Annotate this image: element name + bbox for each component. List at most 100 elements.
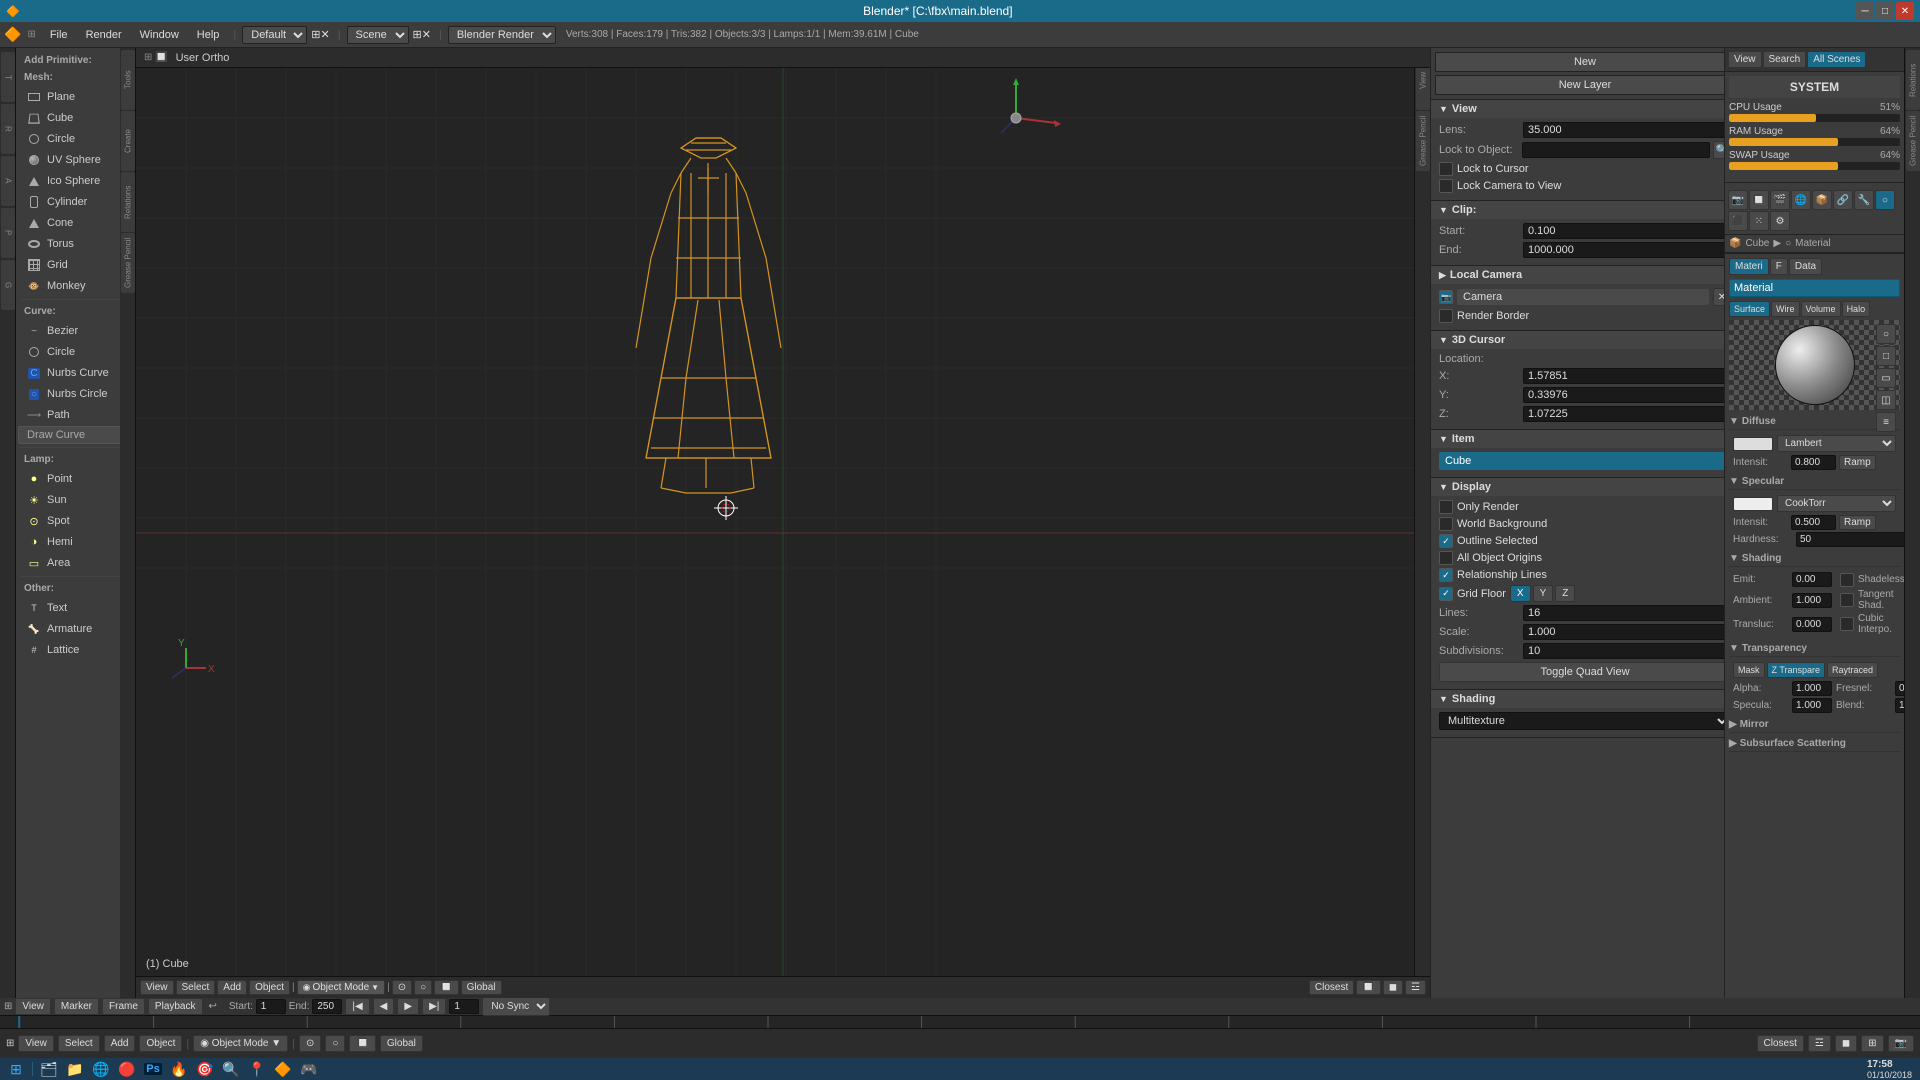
- halo-tab[interactable]: Halo: [1842, 301, 1871, 317]
- animation-tab[interactable]: A: [1, 156, 15, 206]
- footer-closest-btn[interactable]: Closest: [1757, 1035, 1804, 1052]
- taskbar-fire-icon[interactable]: 🔥: [167, 1059, 191, 1079]
- render-border-checkbox[interactable]: [1439, 309, 1453, 323]
- taskbar-blender-icon[interactable]: 🔶: [271, 1059, 295, 1079]
- timeline-body[interactable]: [0, 1016, 1920, 1028]
- only-render-checkbox[interactable]: [1439, 500, 1453, 514]
- draw-curve-button[interactable]: Draw Curve: [18, 426, 133, 444]
- hardness-field[interactable]: [1796, 532, 1904, 547]
- scene-select[interactable]: Scene: [347, 26, 409, 44]
- render-layer-btn[interactable]: 🔲: [1356, 980, 1380, 995]
- search-tab[interactable]: Search: [1763, 51, 1807, 68]
- vp-select-btn[interactable]: Select: [176, 980, 216, 995]
- tl-play-back-btn[interactable]: ◀: [373, 998, 395, 1015]
- lock-camera-checkbox[interactable]: [1439, 179, 1453, 193]
- create-side-tab[interactable]: Create: [121, 111, 135, 171]
- proportional-btn[interactable]: ○: [414, 980, 432, 995]
- tl-end-field[interactable]: [312, 999, 342, 1014]
- mesh-cube[interactable]: Cube: [18, 108, 133, 128]
- local-camera-header[interactable]: ▶ Local Camera: [1431, 266, 1739, 284]
- cursor-x-field[interactable]: [1523, 368, 1731, 384]
- vp-add-btn[interactable]: Add: [217, 980, 247, 995]
- volume-tab[interactable]: Volume: [1801, 301, 1841, 317]
- toggle-quad-view-btn[interactable]: Toggle Quad View: [1439, 662, 1731, 682]
- taskbar-mozilla-icon[interactable]: 🔴: [115, 1059, 139, 1079]
- preview-plane-btn[interactable]: ▭: [1876, 368, 1896, 388]
- tl-playback-btn[interactable]: Playback: [148, 998, 203, 1015]
- view-tab[interactable]: View: [1728, 51, 1762, 68]
- all-scenes-tab[interactable]: All Scenes: [1807, 51, 1866, 68]
- mat-icon-constraints[interactable]: 🔗: [1833, 190, 1853, 210]
- footer-icon-btn1[interactable]: ☲: [1808, 1035, 1831, 1052]
- new-button[interactable]: New: [1435, 52, 1735, 72]
- taskbar-folder-icon[interactable]: 📁: [63, 1059, 87, 1079]
- cubic-checkbox[interactable]: [1840, 617, 1854, 631]
- curve-circle[interactable]: Circle: [18, 342, 133, 362]
- curve-path[interactable]: ⟶ Path: [18, 405, 133, 425]
- mat-tab-materi[interactable]: Materi: [1729, 258, 1769, 275]
- other-lattice[interactable]: # Lattice: [18, 640, 133, 660]
- mask-btn[interactable]: Mask: [1733, 662, 1765, 678]
- tools-tab[interactable]: T: [1, 52, 15, 102]
- taskbar-explorer-icon[interactable]: 🗂: [37, 1059, 61, 1079]
- relations-side-tab[interactable]: Relations: [121, 172, 135, 232]
- cursor-z-field[interactable]: [1523, 406, 1731, 422]
- physics-tab[interactable]: P: [1, 208, 15, 258]
- clip-end-field[interactable]: [1523, 242, 1731, 258]
- lock-cursor-checkbox[interactable]: [1439, 162, 1453, 176]
- other-text[interactable]: T Text: [18, 598, 133, 618]
- tl-start-field[interactable]: [256, 999, 286, 1014]
- far-right-grease-tab[interactable]: Grease Pencil: [1906, 111, 1920, 171]
- curve-nurbs[interactable]: C Nurbs Curve: [18, 363, 133, 383]
- vp-icon-btn2[interactable]: ☲: [1405, 980, 1426, 995]
- lamp-point[interactable]: ● Point: [18, 469, 133, 489]
- maximize-button[interactable]: □: [1876, 2, 1894, 20]
- lines-field[interactable]: [1523, 605, 1731, 621]
- lens-field[interactable]: [1523, 122, 1731, 138]
- taskbar-start-btn[interactable]: ⊞: [4, 1059, 28, 1079]
- mat-icon-render[interactable]: 🔲: [1749, 190, 1769, 210]
- cursor-section-header[interactable]: ▼ 3D Cursor: [1431, 331, 1739, 349]
- specula-field[interactable]: [1792, 698, 1832, 713]
- tangent-checkbox[interactable]: [1840, 593, 1854, 607]
- relations-tab[interactable]: R: [1, 104, 15, 154]
- preview-skybox-btn[interactable]: ◫: [1876, 390, 1896, 410]
- scale-field[interactable]: [1523, 624, 1731, 640]
- mat-icon-scene[interactable]: 🎬: [1770, 190, 1790, 210]
- taskbar-chrome-icon[interactable]: 🌐: [89, 1059, 113, 1079]
- blend-field[interactable]: [1895, 698, 1904, 713]
- taskbar-search-icon[interactable]: 🔍: [219, 1059, 243, 1079]
- mode-select-btn[interactable]: ◉ Object Mode ▼: [297, 980, 385, 995]
- snap-btn[interactable]: 🔲: [434, 980, 458, 995]
- mat-icon-modifier[interactable]: 🔧: [1854, 190, 1874, 210]
- specular-intensity-field[interactable]: [1791, 515, 1836, 530]
- mesh-cone[interactable]: Cone: [18, 213, 133, 233]
- closest-btn[interactable]: Closest: [1309, 980, 1354, 995]
- mesh-plane[interactable]: Plane: [18, 87, 133, 107]
- mat-tab-f[interactable]: F: [1770, 258, 1788, 275]
- mesh-icosphere[interactable]: Ico Sphere: [18, 171, 133, 191]
- origins-checkbox[interactable]: [1439, 551, 1453, 565]
- minimize-button[interactable]: ─: [1856, 2, 1874, 20]
- preview-cube-btn[interactable]: □: [1876, 346, 1896, 366]
- lamp-hemi[interactable]: ◑ Hemi: [18, 532, 133, 552]
- specular-ramp-btn[interactable]: Ramp: [1839, 515, 1876, 530]
- mesh-uvsphere[interactable]: UV Sphere: [18, 150, 133, 170]
- footer-icon-btn4[interactable]: 📷: [1888, 1035, 1914, 1052]
- grid-y-btn[interactable]: Y: [1533, 585, 1554, 602]
- specular-shader-select[interactable]: CookTorr: [1777, 495, 1896, 512]
- z-transparency-btn[interactable]: Z Transpare: [1767, 662, 1826, 678]
- mat-icon-particles[interactable]: ⁙: [1749, 211, 1769, 231]
- lamp-spot[interactable]: ⊙ Spot: [18, 511, 133, 531]
- mat-icon-physics[interactable]: ⚙: [1770, 211, 1790, 231]
- footer-view-btn[interactable]: View: [18, 1035, 54, 1052]
- grid-floor-checkbox[interactable]: [1439, 587, 1453, 601]
- emit-field[interactable]: [1792, 572, 1832, 587]
- wire-tab[interactable]: Wire: [1771, 301, 1800, 317]
- footer-mode-btn[interactable]: ◉ Object Mode ▼: [193, 1035, 288, 1052]
- raytraced-btn[interactable]: Raytraced: [1827, 662, 1878, 678]
- shadeless-checkbox[interactable]: [1840, 573, 1854, 587]
- tl-current-frame-field[interactable]: [449, 999, 479, 1014]
- footer-icon-btn3[interactable]: ⊞: [1861, 1035, 1883, 1052]
- grid-x-btn[interactable]: X: [1510, 585, 1531, 602]
